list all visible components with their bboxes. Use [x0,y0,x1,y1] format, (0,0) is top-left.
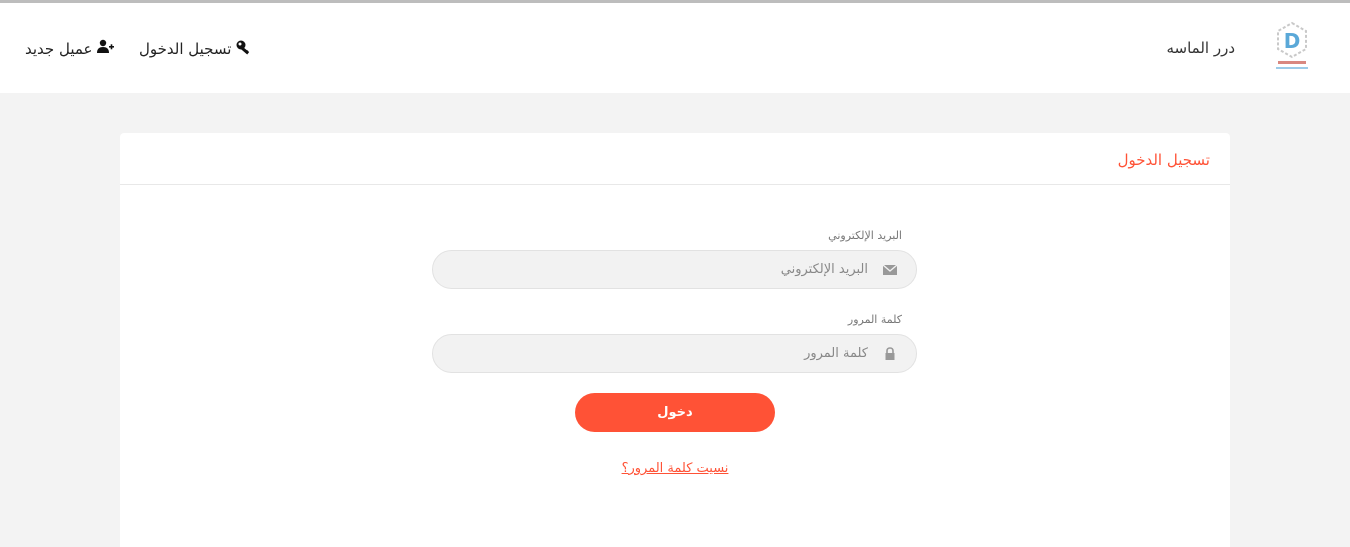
add-user-icon [97,39,115,53]
site-header: D درر الماسه تسجيل الدخول عميل جديد [0,3,1350,93]
logo-icon[interactable]: D [1268,19,1316,75]
login-card: تسجيل الدخول البريد الإلكتروني كلمة المر… [120,133,1230,547]
nav-login-label: تسجيل الدخول [139,40,232,58]
brand-name: درر الماسه [1166,39,1235,57]
nav-register-link[interactable]: عميل جديد [25,39,115,58]
nav-login-link[interactable]: تسجيل الدخول [139,39,253,58]
password-label: كلمة المرور [847,313,902,326]
lock-icon [885,347,895,360]
password-field[interactable] [432,334,917,373]
email-input[interactable] [468,251,868,288]
nav-register-label: عميل جديد [25,40,93,58]
login-submit-button[interactable]: دخول [575,393,775,432]
forgot-password-link[interactable]: نسيت كلمة المرور؟ [575,461,775,476]
envelope-icon [882,264,898,275]
svg-text:D: D [1284,29,1301,53]
card-header: تسجيل الدخول [120,133,1230,185]
email-field[interactable] [432,250,917,289]
email-label: البريد الإلكتروني [828,229,902,242]
card-title: تسجيل الدخول [1117,151,1210,169]
password-input[interactable] [468,335,868,372]
key-icon [236,40,250,55]
